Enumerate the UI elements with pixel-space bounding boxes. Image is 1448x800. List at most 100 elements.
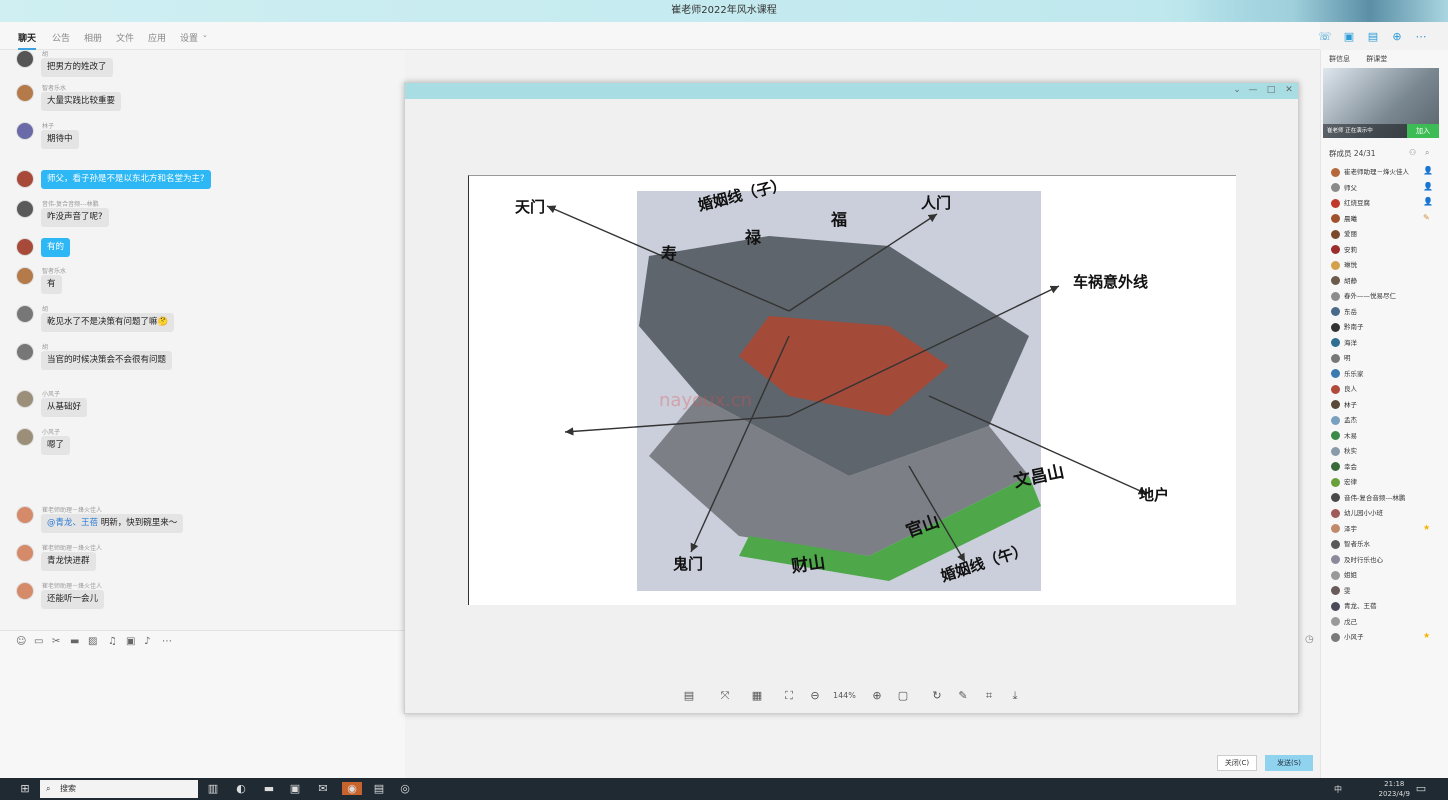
avatar[interactable]: [16, 582, 34, 600]
member-item[interactable]: 胡静: [1331, 275, 1357, 289]
emoji-icon[interactable]: ☺: [16, 636, 26, 647]
picture-icon[interactable]: ▣: [126, 636, 135, 647]
chevron-down-icon[interactable]: ⌄: [202, 31, 208, 39]
member-item[interactable]: 木易: [1331, 430, 1357, 444]
close-button[interactable]: 关闭(C): [1217, 755, 1257, 771]
download-icon[interactable]: ⤓: [1007, 689, 1023, 703]
avatar[interactable]: [16, 122, 34, 140]
message-bubble[interactable]: 嗯了: [41, 436, 71, 455]
rotate-icon[interactable]: ↻: [929, 689, 945, 702]
member-item[interactable]: 孟杰: [1331, 414, 1357, 428]
avatar[interactable]: [16, 238, 34, 256]
notification-icon[interactable]: ▭: [1414, 782, 1428, 795]
member-item[interactable]: 良人: [1331, 383, 1357, 397]
layout-icon[interactable]: ▤: [681, 689, 697, 702]
message-bubble[interactable]: 有: [41, 275, 62, 294]
screen-share-icon[interactable]: ▤: [1366, 30, 1380, 44]
close-icon[interactable]: ✕: [1283, 85, 1295, 95]
tab-chat[interactable]: 聊天: [18, 31, 37, 50]
chrome-icon[interactable]: ◎: [398, 782, 412, 795]
viewer-title-bar[interactable]: ⌄ — □ ✕: [405, 83, 1298, 99]
more-icon[interactable]: ⋯: [162, 636, 172, 647]
tab-announcement[interactable]: 公告: [52, 31, 70, 44]
ocr-icon[interactable]: ▦: [749, 689, 765, 702]
member-item[interactable]: 幼儿园小小班: [1331, 507, 1383, 521]
avatar[interactable]: [16, 428, 34, 446]
phone-icon[interactable]: ☏: [1318, 30, 1332, 44]
tab-album[interactable]: 相册: [84, 31, 102, 44]
member-item[interactable]: 雯: [1331, 585, 1351, 599]
member-item[interactable]: 明: [1331, 352, 1351, 366]
member-item[interactable]: 黔南子: [1331, 321, 1364, 335]
member-item[interactable]: 姐姐: [1331, 569, 1357, 583]
avatar[interactable]: [16, 84, 34, 102]
member-item[interactable]: 戊己: [1331, 616, 1357, 630]
avatar[interactable]: [16, 50, 34, 68]
edit-icon[interactable]: ✎: [955, 689, 971, 702]
avatar[interactable]: [16, 506, 34, 524]
ime-indicator[interactable]: 中: [1334, 784, 1342, 795]
edge-icon[interactable]: ◐: [234, 782, 248, 795]
member-item[interactable]: 宏律: [1331, 476, 1357, 490]
chat-message-list[interactable]: 胡 把男方的姓改了 智者乐水 大量实践比较重要 林子 期待中 师父，看子孙是不是…: [0, 50, 405, 630]
add-icon[interactable]: ⊕: [1390, 30, 1404, 44]
video-icon[interactable]: ▣: [1342, 30, 1356, 44]
windows-start-icon[interactable]: ⊞: [18, 782, 32, 795]
folder-icon[interactable]: ▬: [70, 636, 79, 647]
message-bubble[interactable]: @青龙、王蓓 明新，快到碗里来～: [41, 514, 184, 533]
zoom-out-icon[interactable]: ⊖: [807, 689, 823, 702]
tab-group-info[interactable]: 群信息: [1329, 55, 1350, 63]
message-input-area[interactable]: ☺ ▭ ✂ ▬ ▨ ♫ ▣ ♪ ⋯: [0, 630, 405, 778]
mail-icon[interactable]: ✉: [316, 782, 330, 795]
message-bubble[interactable]: 把男方的姓改了: [41, 58, 113, 77]
actual-size-icon[interactable]: ▢: [895, 689, 911, 702]
message-bubble[interactable]: 从基础好: [41, 398, 88, 417]
member-item[interactable]: 红烧豆腐 👤: [1331, 197, 1433, 211]
member-item[interactable]: 幸会: [1331, 461, 1357, 475]
member-item[interactable]: 爱丽: [1331, 228, 1357, 242]
task-view-icon[interactable]: ▥: [206, 782, 220, 795]
message-bubble[interactable]: 乾见水了不是决策有问题了嘛🤔: [41, 313, 175, 332]
taskbar-search[interactable]: ⌕ 搜索: [40, 780, 198, 798]
member-item[interactable]: 林子: [1331, 399, 1357, 413]
qq-icon[interactable]: ◉: [342, 782, 362, 795]
fit-screen-icon[interactable]: ⤧: [717, 689, 733, 703]
member-item[interactable]: 青龙、王蓓: [1331, 600, 1377, 614]
music-icon[interactable]: ♫: [108, 636, 117, 647]
member-item[interactable]: 晨曦 ✎: [1331, 213, 1430, 227]
tab-apps[interactable]: 应用: [148, 31, 166, 44]
maximize-icon[interactable]: □: [1265, 85, 1277, 95]
taskbar-clock[interactable]: 21:18 2023/4/9: [1379, 779, 1410, 799]
member-item[interactable]: 泽宇 ★: [1331, 523, 1430, 537]
message-bubble[interactable]: 还能听一会儿: [41, 590, 105, 609]
image-icon[interactable]: ▨: [88, 636, 97, 647]
member-item[interactable]: 师父 👤: [1331, 182, 1433, 196]
join-button[interactable]: 加入: [1407, 124, 1439, 138]
store-icon[interactable]: ▣: [288, 782, 302, 795]
crop-icon[interactable]: ⌗: [981, 689, 997, 703]
message-bubble[interactable]: 当官的时候决策会不会很有问题: [41, 351, 173, 370]
member-item[interactable]: 春外——悦易尽仁: [1331, 290, 1396, 304]
tab-settings[interactable]: 设置: [180, 31, 198, 44]
avatar[interactable]: [16, 343, 34, 361]
bell-icon[interactable]: ♪: [144, 636, 150, 647]
mention-link[interactable]: @青龙、王蓓: [47, 518, 98, 528]
member-item[interactable]: 智者乐水: [1331, 538, 1370, 552]
message-bubble[interactable]: 大量实践比较重要: [41, 92, 122, 111]
tab-files[interactable]: 文件: [116, 31, 134, 44]
scissors-icon[interactable]: ✂: [52, 636, 60, 647]
member-item[interactable]: 乐乐家: [1331, 368, 1364, 382]
add-member-icon[interactable]: ⚇: [1409, 148, 1416, 157]
member-item[interactable]: 东岳: [1331, 306, 1357, 320]
more-icon[interactable]: ⋯: [1414, 30, 1428, 44]
tab-group-class[interactable]: 群课堂: [1366, 55, 1387, 63]
avatar[interactable]: [16, 200, 34, 218]
zoom-in-icon[interactable]: ⊕: [869, 689, 885, 702]
member-item[interactable]: 小风子 ★: [1331, 631, 1430, 645]
member-item[interactable]: 音伟-复合音频---林鹏: [1331, 492, 1405, 506]
member-item[interactable]: 秋实: [1331, 445, 1357, 459]
avatar[interactable]: [16, 267, 34, 285]
message-bubble[interactable]: 咋没声音了呢?: [41, 208, 109, 227]
member-item[interactable]: 崔老师助理－烽火佳人 👤: [1331, 166, 1433, 180]
message-bubble[interactable]: 青龙快进群: [41, 552, 96, 571]
